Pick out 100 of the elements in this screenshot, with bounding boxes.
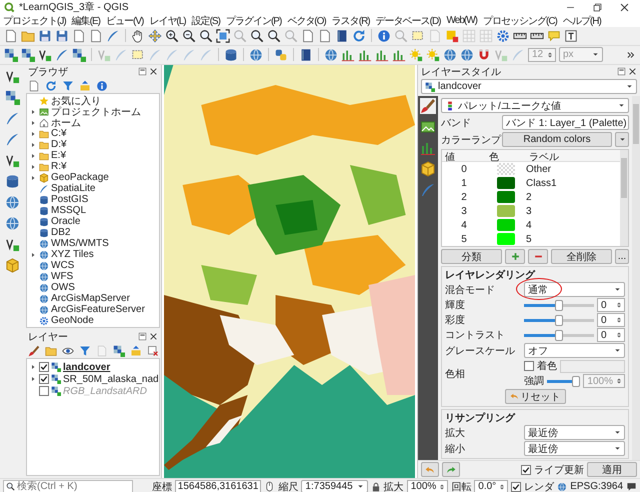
- float-window-icon[interactable]: [138, 67, 147, 76]
- slider-thumb[interactable]: [555, 314, 563, 326]
- tree-item[interactable]: ホーム: [51, 116, 81, 130]
- zoom-extent-icon[interactable]: [216, 28, 230, 42]
- layer-dropdown[interactable]: landcover: [421, 79, 637, 94]
- raster-layer-icon[interactable]: [21, 48, 35, 62]
- column-header[interactable]: 色: [486, 150, 526, 162]
- vector-layer-icon[interactable]: [38, 48, 52, 62]
- zoom-in-icon[interactable]: [165, 28, 179, 42]
- globe-icon[interactable]: [324, 48, 338, 62]
- tree-item[interactable]: ArcGisMapServer: [51, 293, 130, 304]
- tree-item[interactable]: SpatiaLite: [51, 183, 96, 194]
- close-icon[interactable]: [149, 332, 158, 341]
- checkbox[interactable]: [524, 361, 534, 371]
- float-window-icon[interactable]: [617, 67, 626, 76]
- sun-icon[interactable]: [426, 48, 440, 62]
- picture-icon[interactable]: [420, 119, 436, 135]
- menu-item[interactable]: ラスタ(R): [332, 14, 370, 28]
- scale-dropdown[interactable]: 1:7359445: [301, 480, 368, 492]
- redo-button[interactable]: [442, 462, 460, 477]
- float-window-icon[interactable]: [138, 332, 147, 341]
- tree-item[interactable]: PostGIS: [51, 194, 88, 205]
- blend-mode-dropdown[interactable]: 通常: [524, 282, 625, 297]
- classify-button[interactable]: 分類: [441, 249, 502, 264]
- sun-icon[interactable]: [409, 48, 423, 62]
- raster-layer-icon[interactable]: [4, 48, 18, 62]
- tree-item[interactable]: MSSQL: [51, 205, 86, 216]
- menu-item[interactable]: Web(W): [446, 15, 477, 26]
- tree-item[interactable]: WMS/WMTS: [51, 238, 109, 249]
- globe-icon[interactable]: [249, 48, 263, 62]
- magnet-icon[interactable]: [477, 48, 491, 62]
- band-dropdown[interactable]: バンド 1: Layer_1 (Palette): [502, 115, 629, 130]
- spinbox[interactable]: 0: [597, 313, 625, 327]
- color-swatch[interactable]: [497, 191, 515, 203]
- cube-icon[interactable]: [420, 161, 436, 177]
- feather-icon[interactable]: [55, 48, 69, 62]
- feather-icon[interactable]: [106, 28, 120, 42]
- selection-icon[interactable]: [411, 28, 425, 42]
- tree-item[interactable]: C:¥: [51, 128, 67, 139]
- restore-icon[interactable]: [592, 2, 603, 12]
- menu-item[interactable]: ビュー(V): [106, 14, 144, 28]
- spinbox[interactable]: 0: [597, 328, 625, 342]
- coordinate-field[interactable]: 1564586,3161631: [174, 480, 262, 492]
- selection-icon[interactable]: [131, 48, 145, 62]
- close-icon[interactable]: [149, 67, 158, 76]
- scrollbar[interactable]: [632, 96, 640, 460]
- more-button[interactable]: ...: [615, 249, 629, 264]
- message-icon[interactable]: [626, 481, 637, 492]
- squares-icon[interactable]: [445, 28, 459, 42]
- layer-item[interactable]: SR_50M_alaska_nad: [63, 374, 159, 384]
- crs-button[interactable]: EPSG:3964: [570, 481, 623, 492]
- raster-layer-icon[interactable]: [5, 90, 20, 105]
- color-swatch[interactable]: [497, 163, 515, 175]
- bar-chart-icon[interactable]: [392, 48, 406, 62]
- refresh-icon[interactable]: [45, 80, 57, 92]
- tree-item[interactable]: R:¥: [51, 161, 67, 172]
- paintbrush-icon[interactable]: [28, 344, 40, 356]
- globe-icon[interactable]: [443, 48, 457, 62]
- script-icon[interactable]: [274, 48, 288, 62]
- dropdown-button[interactable]: [615, 132, 629, 147]
- tree-item[interactable]: Oracle: [51, 216, 80, 227]
- renderer-dropdown[interactable]: パレット/ユニークな値: [441, 98, 629, 113]
- menu-item[interactable]: ヘルプ(H): [562, 14, 601, 28]
- color-swatch[interactable]: [497, 205, 515, 217]
- checkbox[interactable]: [39, 386, 49, 396]
- gear-icon[interactable]: [496, 28, 510, 42]
- magnifier-icon[interactable]: [250, 28, 264, 42]
- mouse-icon[interactable]: [264, 481, 276, 492]
- menu-item[interactable]: データベース(D): [376, 14, 441, 28]
- vector-layer-icon[interactable]: [5, 69, 20, 84]
- hand-icon[interactable]: [131, 28, 145, 42]
- resampling-dropdown[interactable]: 最近傍: [524, 425, 625, 440]
- tree-item[interactable]: WCS: [51, 260, 74, 271]
- move-arrows-icon[interactable]: [148, 28, 162, 42]
- bar-chart-icon[interactable]: [358, 48, 372, 62]
- tree-item[interactable]: WFS: [51, 271, 74, 282]
- info-icon[interactable]: [377, 28, 391, 42]
- menu-item[interactable]: プラグイン(P): [226, 14, 282, 28]
- collapse-icon[interactable]: [130, 344, 142, 356]
- tree-item[interactable]: DB2: [51, 227, 70, 238]
- menu-item[interactable]: プロセッシング(C): [483, 14, 557, 28]
- tree-item[interactable]: OWS: [51, 282, 75, 293]
- globe-icon[interactable]: [5, 195, 20, 210]
- add-button[interactable]: [505, 249, 525, 264]
- magnifier-spinbox[interactable]: 100%: [406, 480, 448, 492]
- reset-button[interactable]: リセット: [504, 389, 566, 404]
- bar-chart-icon[interactable]: [375, 48, 389, 62]
- menu-item[interactable]: レイヤ(L): [149, 14, 186, 28]
- collapse-icon[interactable]: [79, 80, 91, 92]
- tree-item[interactable]: ArcGisFeatureServer: [51, 304, 145, 315]
- layer-item[interactable]: landcover: [63, 362, 110, 372]
- color-swatch[interactable]: [497, 233, 515, 245]
- tree-item[interactable]: プロジェクトホーム: [51, 104, 141, 118]
- raster-layer-icon[interactable]: [72, 48, 86, 62]
- info-icon[interactable]: [96, 80, 108, 92]
- text-box-icon[interactable]: [564, 28, 578, 42]
- resampling-dropdown[interactable]: 最近傍: [524, 441, 625, 456]
- feather-icon[interactable]: [5, 111, 20, 126]
- tree-item[interactable]: E:¥: [51, 150, 66, 161]
- vector-layer-icon[interactable]: [5, 153, 20, 168]
